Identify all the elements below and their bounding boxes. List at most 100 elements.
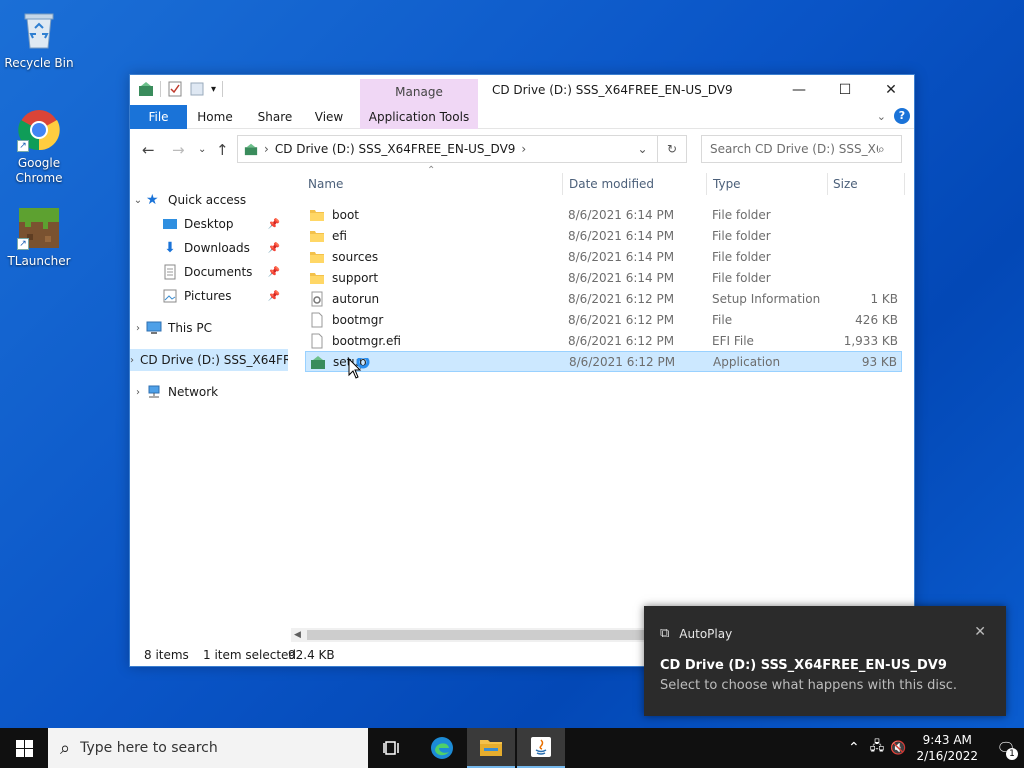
nav-item-documents[interactable]: Documents 📌: [130, 261, 288, 283]
taskbar-edge-button[interactable]: [418, 728, 466, 768]
taskbar-file-explorer-button[interactable]: [467, 728, 515, 768]
window-title: CD Drive (D:) SSS_X64FREE_EN-US_DV9: [492, 83, 733, 97]
file-name-cell: bootmgr.efi: [309, 333, 401, 349]
cd-drive-icon: [244, 143, 258, 156]
file-type: File folder: [712, 270, 771, 285]
breadcrumb-chevron-icon[interactable]: ›: [521, 142, 526, 156]
table-row[interactable]: bootmgr 8/6/2021 6:12 PM File 426 KB: [305, 309, 902, 330]
autoplay-notification[interactable]: ⧉ AutoPlay ✕ CD Drive (D:) SSS_X64FREE_E…: [644, 606, 1006, 716]
nav-item-downloads[interactable]: ⬇ Downloads 📌: [130, 237, 288, 259]
properties-icon[interactable]: [167, 81, 183, 97]
breadcrumb-path[interactable]: CD Drive (D:) SSS_X64FREE_EN-US_DV9: [275, 142, 516, 156]
java-icon: [531, 737, 551, 757]
toast-close-icon[interactable]: ✕: [974, 624, 986, 640]
manage-tab[interactable]: Manage: [360, 79, 478, 105]
toast-title: CD Drive (D:) SSS_X64FREE_EN-US_DV9: [660, 658, 947, 673]
recent-locations-icon[interactable]: ⌄: [198, 144, 206, 155]
expand-ribbon-icon[interactable]: ⌄: [877, 110, 886, 123]
windows-logo-icon: [15, 739, 33, 757]
nav-item-this-pc[interactable]: › This PC: [130, 317, 288, 339]
task-view-button[interactable]: [368, 728, 416, 768]
table-row[interactable]: efi 8/6/2021 6:14 PM File folder: [305, 225, 902, 246]
address-bar[interactable]: › CD Drive (D:) SSS_X64FREE_EN-US_DV9 › …: [237, 135, 687, 163]
sort-ascending-icon: ⌃: [427, 165, 436, 176]
column-header-name[interactable]: Name: [308, 177, 343, 191]
expanded-chevron-icon[interactable]: ⌄: [130, 195, 146, 206]
desktop-icon-recycle-bin[interactable]: Recycle Bin: [1, 8, 77, 71]
desktop-icon-label: TLauncher: [7, 254, 71, 268]
volume-muted-icon[interactable]: 🔇: [890, 741, 906, 756]
collapsed-chevron-icon[interactable]: ›: [130, 387, 146, 398]
taskbar-search-box[interactable]: ⌕ Type here to search: [48, 728, 368, 768]
minimize-button[interactable]: —: [776, 75, 822, 105]
download-arrow-icon: ⬇: [164, 240, 176, 256]
folder-icon: [309, 228, 325, 244]
file-type: File: [712, 312, 733, 327]
search-box[interactable]: ⌕: [701, 135, 902, 163]
notification-center-button[interactable]: 🗨 1: [988, 728, 1024, 768]
file-date: 8/6/2021 6:12 PM: [569, 354, 676, 369]
search-icon[interactable]: ⌕: [878, 142, 885, 157]
scrollbar-thumb[interactable]: [307, 630, 667, 640]
task-view-icon: [383, 741, 399, 755]
refresh-icon[interactable]: ↻: [657, 136, 686, 162]
column-headers: ⌃ Name Date modified Type Size: [290, 165, 905, 201]
help-icon[interactable]: ?: [894, 108, 910, 124]
nav-item-quick-access[interactable]: ⌄ ★ Quick access: [130, 189, 288, 211]
computer-icon: [146, 321, 162, 334]
notification-count-badge: 1: [1006, 748, 1018, 760]
nav-item-cd-drive[interactable]: › CD Drive (D:) SSS_X64FREE_EN-US_DV9: [130, 349, 288, 371]
recycle-bin-icon: [17, 8, 61, 52]
network-status-icon[interactable]: 🖧: [870, 737, 885, 759]
maximize-button[interactable]: ☐: [822, 75, 868, 105]
nav-item-network[interactable]: › Network: [130, 381, 288, 403]
file-type: Setup Information: [712, 291, 821, 306]
table-row[interactable]: support 8/6/2021 6:14 PM File folder: [305, 267, 902, 288]
item-count: 8 items: [144, 648, 189, 662]
column-header-type[interactable]: Type: [713, 177, 741, 191]
file-date: 8/6/2021 6:12 PM: [568, 333, 675, 348]
clock[interactable]: 9:43 AM 2/16/2022: [916, 732, 978, 764]
taskbar: ⌕ Type here to search ⌃ 🖧 🔇 9:43 AM 2/16…: [0, 728, 1024, 768]
tab-file[interactable]: File: [130, 105, 187, 129]
forward-button[interactable]: →: [172, 141, 185, 159]
tab-share[interactable]: Share: [252, 105, 298, 129]
address-dropdown-icon[interactable]: ⌄: [628, 136, 657, 162]
tab-application-tools[interactable]: Application Tools: [360, 105, 478, 129]
taskbar-java-button[interactable]: [517, 728, 565, 768]
up-button[interactable]: ↑: [216, 141, 229, 159]
desktop-icon-tlauncher[interactable]: ↗ TLauncher: [1, 206, 77, 269]
nav-item-pictures[interactable]: Pictures 📌: [130, 285, 288, 307]
tab-view[interactable]: View: [308, 105, 350, 129]
column-header-date[interactable]: Date modified: [569, 177, 654, 191]
table-row[interactable]: setup8/6/2021 6:12 PMApplication93 KB: [305, 351, 902, 372]
minecraft-block-icon: ↗: [17, 206, 61, 250]
collapsed-chevron-icon[interactable]: ›: [130, 355, 134, 366]
back-button[interactable]: ←: [142, 141, 155, 159]
file-size: 93 KB: [861, 354, 897, 369]
chrome-icon: ↗: [17, 108, 61, 152]
collapsed-chevron-icon[interactable]: ›: [130, 323, 146, 334]
file-name-cell: boot: [309, 207, 359, 223]
table-row[interactable]: sources 8/6/2021 6:14 PM File folder: [305, 246, 902, 267]
nav-item-desktop[interactable]: Desktop 📌: [130, 213, 288, 235]
file-name-cell: autorun: [309, 291, 379, 307]
column-header-size[interactable]: Size: [833, 177, 858, 191]
file-name-cell: sources: [309, 249, 378, 265]
table-row[interactable]: boot 8/6/2021 6:14 PM File folder: [305, 204, 902, 225]
file-name-cell: efi: [309, 228, 347, 244]
scroll-left-icon[interactable]: ◀: [294, 628, 301, 642]
file-type: File folder: [712, 207, 771, 222]
show-hidden-icons-icon[interactable]: ⌃: [848, 740, 860, 756]
toast-app-header: ⧉ AutoPlay: [660, 626, 733, 641]
new-folder-icon[interactable]: [189, 81, 205, 97]
table-row[interactable]: bootmgr.efi 8/6/2021 6:12 PM EFI File 1,933…: [305, 330, 902, 351]
table-row[interactable]: autorun 8/6/2021 6:12 PM Setup Information…: [305, 288, 902, 309]
start-button[interactable]: [0, 728, 48, 768]
close-button[interactable]: ✕: [868, 75, 914, 105]
tab-home[interactable]: Home: [192, 105, 238, 129]
desktop-icon-google-chrome[interactable]: ↗ Google Chrome: [1, 108, 77, 186]
settings-file-icon: [309, 291, 325, 307]
search-input[interactable]: [710, 142, 878, 156]
qat-dropdown-icon[interactable]: ▾: [211, 84, 216, 95]
